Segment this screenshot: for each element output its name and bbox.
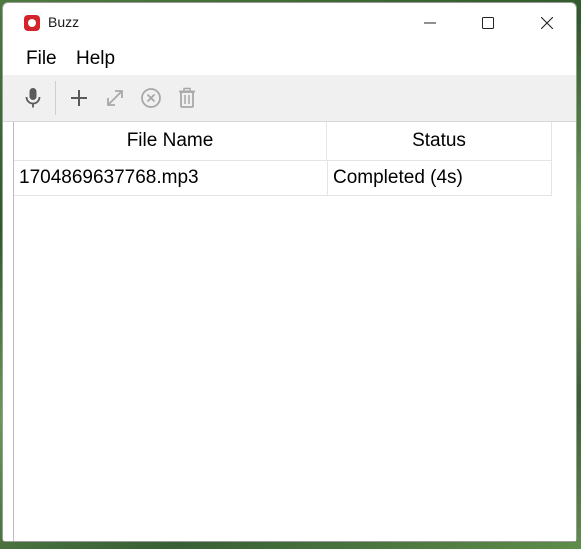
menu-help[interactable]: Help	[72, 48, 119, 70]
microphone-icon	[25, 88, 41, 108]
record-button[interactable]	[21, 86, 45, 110]
transcription-table[interactable]: File Name Status 1704869637768.mp3 Compl…	[13, 122, 576, 541]
app-window: Buzz File Help File Name Status 17048696…	[2, 2, 577, 542]
delete-button[interactable]	[175, 86, 199, 110]
toolbar-separator	[55, 81, 56, 115]
column-header-file-name[interactable]: File Name	[14, 122, 327, 160]
menu-bar: File Help	[3, 43, 576, 75]
maximize-icon	[482, 17, 494, 29]
column-header-status[interactable]: Status	[327, 122, 552, 160]
cancel-circle-icon	[141, 88, 161, 108]
open-transcript-button[interactable]	[103, 86, 127, 110]
add-file-button[interactable]	[67, 86, 91, 110]
plus-icon	[71, 90, 87, 106]
table-row[interactable]: 1704869637768.mp3 Completed (4s)	[14, 161, 552, 196]
expand-icon	[107, 90, 123, 106]
toolbar	[3, 75, 576, 122]
close-icon	[541, 17, 553, 29]
cancel-button[interactable]	[139, 86, 163, 110]
maximize-button[interactable]	[459, 3, 517, 43]
menu-file[interactable]: File	[22, 48, 61, 70]
minimize-button[interactable]	[401, 3, 459, 43]
minimize-icon	[424, 22, 436, 24]
buzz-logo-icon	[24, 15, 40, 31]
title-bar[interactable]: Buzz	[3, 3, 576, 43]
window-title: Buzz	[48, 14, 80, 30]
cell-file-name[interactable]: 1704869637768.mp3	[19, 161, 327, 195]
trash-icon	[179, 87, 195, 108]
table-header: File Name Status	[14, 122, 552, 161]
cell-status[interactable]: Completed (4s)	[327, 161, 552, 195]
close-button[interactable]	[518, 3, 576, 43]
